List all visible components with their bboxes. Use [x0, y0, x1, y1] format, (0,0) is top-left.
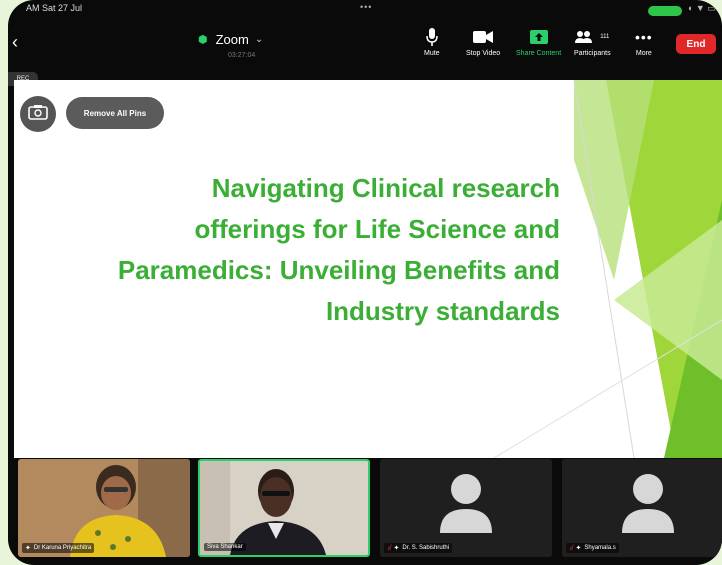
pin-icon: ✦: [393, 545, 400, 552]
meeting-title-button[interactable]: ⬢ Zoom ⌄: [198, 32, 263, 47]
muted-mic-icon: ♪̸: [387, 544, 391, 552]
mute-label: Mute: [424, 50, 440, 57]
stop-video-button[interactable]: Stop Video: [466, 28, 500, 57]
participant-tile[interactable]: ✦ Dr Karuna Priyachitra: [18, 459, 190, 557]
shared-slide: Navigating Clinical research offerings f…: [14, 80, 722, 458]
participant-name-tag: Siva Shankar: [204, 543, 246, 551]
participants-label: Participants: [574, 50, 611, 57]
shield-icon: ⬢: [198, 34, 208, 46]
switch-camera-button[interactable]: [20, 96, 56, 132]
active-call-indicator[interactable]: [648, 6, 682, 16]
multitask-dots[interactable]: •••: [360, 2, 372, 12]
share-content-label: Share Content: [516, 50, 562, 57]
share-content-button[interactable]: Share Content: [516, 28, 561, 57]
more-button[interactable]: ••• More: [635, 28, 653, 57]
tablet-frame: AM Sat 27 Jul ••• ◐ ▼ ▭ ‹ ⬢ Zoom ⌄ 03:27…: [8, 0, 722, 565]
participant-name: Shyamala.s: [584, 545, 616, 551]
meeting-toolbar: ‹ ⬢ Zoom ⌄ 03:27:04 Mute Stop Video Shar…: [8, 18, 722, 70]
end-meeting-button[interactable]: End: [676, 34, 716, 54]
more-label: More: [635, 50, 652, 57]
participant-name: Dr Karuna Priyachitra: [33, 545, 92, 551]
participant-tile[interactable]: ♪̸ ✦ Shyamala.s: [562, 459, 722, 557]
video-camera-icon: [473, 28, 494, 46]
participant-video: [200, 461, 368, 555]
pin-icon: ✦: [575, 545, 582, 552]
participant-name-tag: ✦ Dr Karuna Priyachitra: [22, 543, 95, 553]
meeting-timer: 03:27:04: [228, 52, 256, 59]
pin-icon: ✦: [25, 545, 31, 552]
camera-switch-icon: [28, 104, 48, 125]
mute-button[interactable]: Mute: [424, 28, 440, 57]
remove-all-pins-button[interactable]: Remove All Pins: [66, 97, 164, 129]
system-status-icons: ◐ ▼ ▭: [688, 3, 716, 13]
participant-tile[interactable]: ♪̸ ✦ Dr. S. Sabishruthi: [380, 459, 552, 557]
chevron-down-icon: ⌄: [254, 34, 264, 45]
participant-name-tag: ♪̸ ✦ Shyamala.s: [566, 543, 619, 553]
participants-icon: 111: [575, 28, 609, 46]
muted-mic-icon: ♪̸: [569, 544, 573, 552]
microphone-icon: [426, 28, 438, 46]
participant-name: Siva Shankar: [207, 544, 243, 550]
participants-count: 111: [600, 34, 610, 40]
status-time: AM Sat 27 Jul: [26, 3, 83, 13]
back-chevron-icon[interactable]: ‹: [12, 32, 18, 53]
participant-name: Dr. S. Sabishruthi: [402, 545, 450, 551]
meeting-title: Zoom: [215, 32, 249, 47]
more-icon: •••: [635, 29, 653, 45]
participant-strip: ✦ Dr Karuna Priyachitra Siva Shankar ♪̸ …: [18, 459, 722, 559]
stop-video-label: Stop Video: [466, 50, 501, 57]
share-screen-icon: [529, 28, 548, 46]
slide-title: Navigating Clinical research offerings f…: [117, 173, 560, 326]
participants-button[interactable]: 111 Participants: [574, 28, 611, 57]
participant-tile-active-speaker[interactable]: Siva Shankar: [198, 459, 370, 557]
participant-name-tag: ♪̸ ✦ Dr. S. Sabishruthi: [384, 543, 453, 553]
status-bar: AM Sat 27 Jul ••• ◐ ▼ ▭: [8, 0, 722, 18]
